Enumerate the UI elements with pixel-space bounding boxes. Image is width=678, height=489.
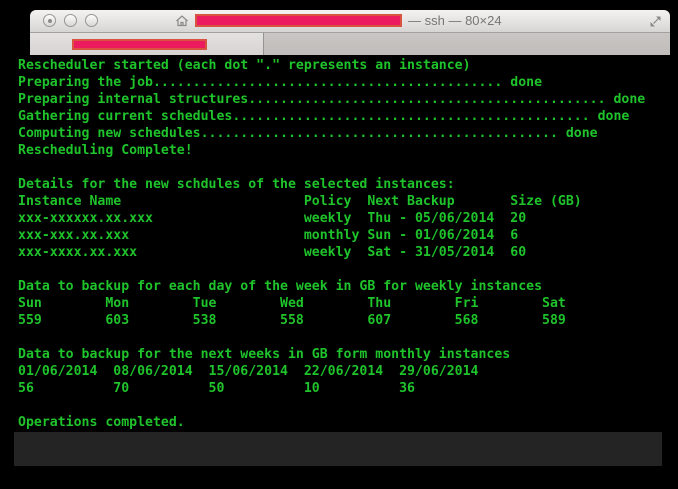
terminal-window: — ssh — 80×24 <box>30 10 670 56</box>
terminal-output: Rescheduler started (each dot "." repres… <box>18 57 673 465</box>
terminal-line: Rescheduling Complete! <box>18 143 193 158</box>
terminal-line: Data to backup for each day of the week … <box>18 279 543 294</box>
terminal-line: Details for the new schdules of the sele… <box>18 177 455 192</box>
title-bar[interactable]: — ssh — 80×24 <box>30 10 670 33</box>
terminal-line: 56 70 50 10 36 <box>18 381 415 396</box>
terminal-line: Instance Name Policy Next Backup Size (G… <box>18 194 582 209</box>
minimize-button[interactable] <box>64 14 77 27</box>
terminal-line: Computing new schedules.................… <box>18 126 598 141</box>
tab-bar <box>30 33 670 56</box>
terminal-line: Gathering current schedules.............… <box>18 109 630 124</box>
close-dot-icon <box>47 18 52 23</box>
terminal-line: xxx-xxxxxx.xx.xxx weekly Thu - 05/06/201… <box>18 211 527 226</box>
terminal-line: xxx-xxxx.xx.xxx weekly Sat - 31/05/2014 … <box>18 245 527 260</box>
traffic-lights <box>43 14 98 27</box>
fullscreen-button[interactable] <box>648 14 663 29</box>
terminal-line: xxx-xxx.xx.xxx monthly Sun - 01/06/2014 … <box>18 228 519 243</box>
close-button[interactable] <box>43 14 56 27</box>
terminal-line: 559 603 538 558 607 568 589 <box>18 313 566 328</box>
window-title: — ssh — 80×24 <box>408 13 502 28</box>
zoom-button[interactable] <box>85 14 98 27</box>
terminal-line: Preparing the job.......................… <box>18 75 543 90</box>
terminal-line: Data to backup for the next weeks in GB … <box>18 347 511 362</box>
terminal-line: Preparing internal structures...........… <box>18 92 646 107</box>
terminal-line: Operations completed. <box>18 415 185 430</box>
tab-ssh-session[interactable] <box>30 33 264 55</box>
redacted-hostname <box>195 14 402 27</box>
home-icon[interactable] <box>175 14 189 28</box>
terminal-line: Sun Mon Tue Wed Thu Fri Sat <box>18 296 566 311</box>
redacted-tab-label <box>72 39 207 50</box>
terminal-screen[interactable]: Rescheduler started (each dot "." repres… <box>0 55 678 489</box>
terminal-line: 01/06/2014 08/06/2014 15/06/2014 22/06/2… <box>18 364 479 379</box>
fullscreen-arrows-icon <box>650 16 661 27</box>
terminal-line: Rescheduler started (each dot "." repres… <box>18 58 471 73</box>
